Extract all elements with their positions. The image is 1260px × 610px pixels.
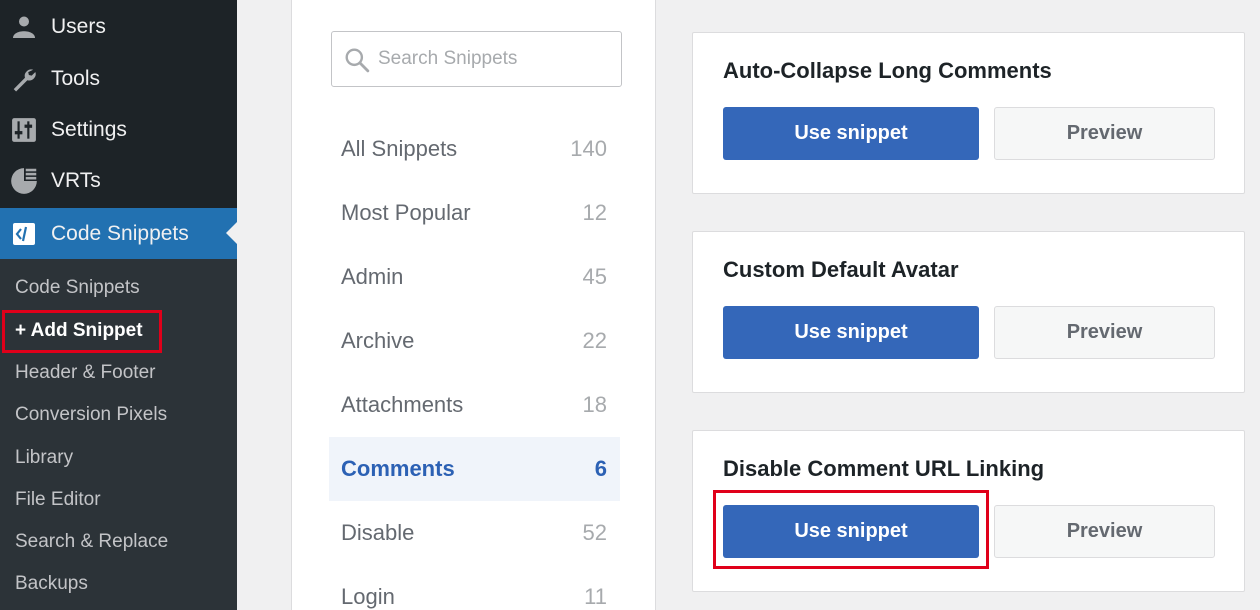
pie-chart-icon [10, 167, 38, 195]
menu-item-code-snippets[interactable]: Code Snippets [0, 208, 237, 259]
category-count: 22 [582, 328, 607, 353]
category-most-popular[interactable]: Most Popular 12 [329, 181, 620, 245]
submenu-code-snippets[interactable]: Code Snippets [15, 277, 140, 299]
search-icon [344, 47, 370, 78]
submenu-backups[interactable]: Backups [15, 573, 88, 595]
category-name: Login [341, 584, 395, 609]
category-count: 11 [584, 584, 607, 609]
category-name: Archive [341, 328, 415, 353]
category-count: 52 [582, 520, 607, 545]
menu-item-vrts[interactable]: VRTs [0, 158, 237, 204]
preview-button[interactable]: Preview [994, 107, 1215, 160]
category-all-snippets[interactable]: All Snippets 140 [329, 117, 620, 181]
category-count: 6 [594, 456, 607, 481]
menu-item-settings[interactable]: Settings [0, 107, 237, 153]
preview-button[interactable]: Preview [994, 306, 1215, 359]
category-count: 18 [582, 392, 607, 417]
highlight-use-snippet [713, 490, 989, 569]
submenu-library[interactable]: Library [15, 447, 73, 469]
menu-label-settings: Settings [51, 118, 127, 141]
submenu-search-replace[interactable]: Search & Replace [15, 531, 168, 553]
submenu-conversion-pixels[interactable]: Conversion Pixels [15, 404, 167, 426]
category-attachments[interactable]: Attachments 18 [329, 373, 620, 437]
snippet-title: Disable Comment URL Linking [723, 456, 1045, 481]
category-archive[interactable]: Archive 22 [329, 309, 620, 373]
submenu-header-footer[interactable]: Header & Footer [15, 362, 155, 384]
category-login[interactable]: Login 11 [329, 565, 620, 610]
snippet-title: Auto-Collapse Long Comments [723, 58, 1052, 83]
menu-label-code-snippets: Code Snippets [51, 221, 189, 245]
app-root: Users Tools Settings VRTs Code Snippets [0, 0, 1260, 610]
category-admin[interactable]: Admin 45 [329, 245, 620, 309]
search-snippets-input[interactable] [378, 42, 613, 76]
settings-sliders-icon [10, 116, 38, 144]
category-disable[interactable]: Disable 52 [329, 501, 620, 565]
category-name: All Snippets [341, 136, 458, 161]
use-snippet-button[interactable]: Use snippet [723, 306, 979, 359]
snippet-card: Custom Default Avatar Use snippet Previe… [692, 231, 1245, 393]
user-icon [10, 13, 38, 41]
search-box [331, 31, 622, 87]
category-comments[interactable]: Comments 6 [329, 437, 620, 501]
snippet-card: Auto-Collapse Long Comments Use snippet … [692, 32, 1245, 194]
highlight-add-snippet [2, 310, 162, 353]
snippet-categories-panel: All Snippets 140 Most Popular 12 Admin 4… [291, 0, 656, 610]
code-snippets-icon [10, 220, 38, 248]
use-snippet-button[interactable]: Use snippet [723, 107, 979, 160]
category-name: Attachments [341, 392, 464, 417]
submenu-file-editor[interactable]: File Editor [15, 489, 101, 511]
category-name: Comments [341, 456, 455, 481]
menu-item-users[interactable]: Users [0, 4, 237, 50]
category-count: 12 [582, 200, 607, 225]
admin-sidebar: Users Tools Settings VRTs Code Snippets [0, 0, 237, 610]
menu-label-users: Users [51, 15, 106, 38]
category-name: Disable [341, 520, 415, 545]
menu-label-vrts: VRTs [51, 169, 101, 192]
category-name: Admin [341, 264, 404, 289]
preview-button[interactable]: Preview [994, 505, 1215, 558]
wrench-icon [10, 65, 38, 93]
category-name: Most Popular [341, 200, 471, 225]
menu-item-tools[interactable]: Tools [0, 56, 237, 102]
snippet-title: Custom Default Avatar [723, 257, 959, 282]
category-count: 140 [570, 136, 607, 161]
category-count: 45 [582, 264, 607, 289]
menu-label-tools: Tools [51, 67, 101, 90]
